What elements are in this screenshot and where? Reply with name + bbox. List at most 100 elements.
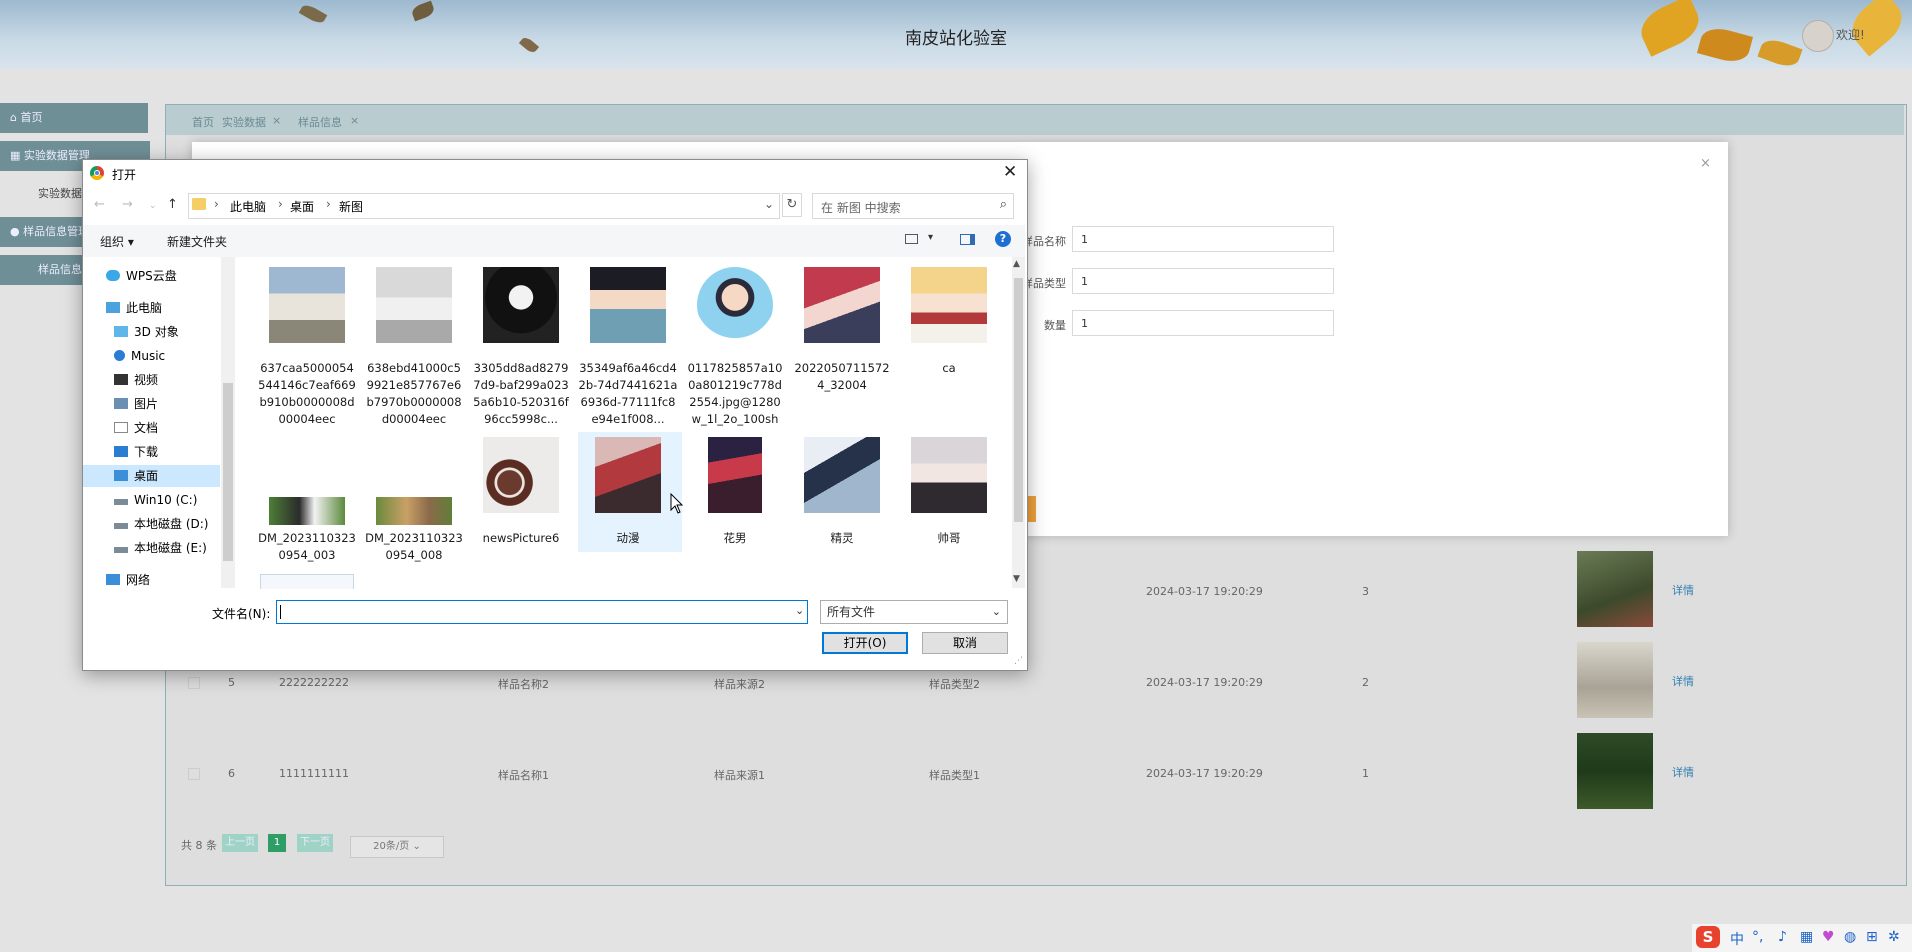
sogou-ime-icon[interactable]: S [1696, 926, 1720, 948]
cancel-button[interactable]: 取消 [922, 632, 1008, 654]
detail-link[interactable]: 详情 [1672, 673, 1694, 689]
drive-icon [114, 499, 128, 505]
table-cell-id: 5 [228, 676, 235, 689]
search-input[interactable]: 在 新图 中搜索 ⌕ [812, 193, 1014, 219]
row-checkbox[interactable] [188, 768, 200, 780]
tab-close-icon[interactable]: × [350, 114, 359, 127]
sample-type-input[interactable]: 1 [1072, 268, 1334, 294]
sample-thumbnail [1577, 642, 1653, 718]
pager-prev-button[interactable]: 上一页 [222, 834, 258, 852]
toolbox-icon[interactable]: ◍ [1844, 929, 1856, 945]
breadcrumb-current-folder[interactable]: 新图 [339, 198, 363, 215]
grid-menu-icon[interactable]: ⊞ [1866, 929, 1878, 945]
row-checkbox[interactable] [188, 677, 200, 689]
nav-item-label: Win10 (C:) [134, 493, 198, 507]
nav-item-pictures[interactable]: 图片 [114, 393, 158, 415]
dialog-close-icon[interactable]: ✕ [1003, 162, 1017, 182]
nav-item-downloads[interactable]: 下载 [114, 441, 158, 463]
nav-item-desktop[interactable]: 桌面 [114, 465, 158, 487]
leaf-decoration [298, 2, 328, 26]
address-bar[interactable] [188, 193, 780, 219]
file-type-filter[interactable]: 所有文件 ⌄ [820, 600, 1008, 624]
page-size-select[interactable]: 20条/页 ⌄ [350, 836, 444, 858]
table-cell-name: 样品名称1 [498, 769, 549, 782]
nav-item-network[interactable]: 网络 [106, 569, 150, 591]
table-cell-qty: 2 [1362, 676, 1369, 689]
file-thumbnail [911, 437, 987, 513]
nav-item-wps-cloud[interactable]: WPS云盘 [106, 265, 177, 287]
organize-button[interactable]: 组织 ▾ [100, 233, 134, 250]
open-button[interactable]: 打开(O) [822, 632, 908, 654]
nav-item-drive-e[interactable]: 本地磁盘 (E:) [114, 537, 207, 559]
recent-chevron-icon[interactable]: ⌄ [149, 201, 157, 211]
nav-item-label: 桌面 [134, 469, 159, 483]
file-list-scrollbar-thumb[interactable] [1014, 278, 1023, 522]
nav-item-videos[interactable]: 视频 [114, 369, 158, 391]
up-arrow-icon[interactable]: ↑ [167, 197, 178, 212]
table-cell-type: 样品类型1 [929, 769, 980, 782]
nav-item-label: 本地磁盘 (E:) [134, 541, 207, 555]
sidebar-item-home[interactable]: ⌂ 首页 [0, 103, 148, 133]
punctuation-icon[interactable]: °, [1752, 929, 1763, 945]
sample-name-input[interactable]: 1 [1072, 226, 1334, 252]
music-icon [114, 350, 125, 361]
file-thumbnail [804, 437, 880, 513]
new-folder-button[interactable]: 新建文件夹 [167, 233, 227, 250]
modal-close-icon[interactable]: × [1700, 156, 1711, 171]
nav-item-drive-d[interactable]: 本地磁盘 (D:) [114, 513, 208, 535]
refresh-icon[interactable]: ↻ [782, 193, 802, 217]
table-cell-code: 2222222222 [279, 676, 349, 689]
table-cell-qty: 3 [1362, 585, 1369, 598]
help-icon[interactable]: ? [995, 231, 1011, 247]
nav-item-label: Music [131, 349, 166, 363]
tab-experiment-data[interactable]: 实验数据 [222, 114, 266, 130]
nav-item-label: 文档 [134, 421, 159, 435]
file-thumbnail [708, 437, 762, 513]
nav-item-this-pc[interactable]: 此电脑 [106, 297, 162, 319]
cube-icon [114, 326, 128, 337]
nav-item-music[interactable]: Music [114, 345, 165, 367]
nav-item-label: 下载 [134, 445, 159, 459]
filename-input[interactable] [276, 600, 808, 624]
detail-link[interactable]: 详情 [1672, 764, 1694, 780]
nav-item-3d-objects[interactable]: 3D 对象 [114, 321, 179, 343]
ime-mode-indicator[interactable]: 中 [1730, 929, 1744, 949]
back-arrow-icon[interactable]: ← [94, 197, 105, 212]
forward-arrow-icon[interactable]: → [122, 197, 133, 212]
tab-sample-info[interactable]: 样品信息 [298, 114, 342, 130]
file-name: newsPicture6 [482, 531, 560, 545]
scroll-up-icon[interactable]: ▲ [1013, 259, 1020, 269]
microphone-icon[interactable]: ♪ [1778, 929, 1787, 945]
file-name: 20220507115724_32004 [794, 361, 890, 392]
view-mode-icon[interactable] [905, 234, 918, 244]
user-avatar[interactable] [1802, 20, 1834, 52]
skin-icon[interactable]: ♥ [1822, 929, 1835, 945]
table-cell-time: 2024-03-17 19:20:29 [1146, 676, 1263, 689]
address-dropdown-icon[interactable]: ⌄ [764, 197, 774, 211]
quantity-input[interactable]: 1 [1072, 310, 1334, 336]
resize-grip-icon[interactable]: ⋰ [1014, 656, 1023, 666]
tab-close-icon[interactable]: × [272, 114, 281, 127]
view-dropdown-icon[interactable]: ▾ [928, 232, 933, 243]
keyboard-icon[interactable]: ▦ [1800, 929, 1813, 945]
preview-pane-icon[interactable] [960, 234, 975, 245]
settings-icon[interactable]: ✲ [1888, 929, 1900, 945]
sidebar-item-label: 实验数据管理 [23, 149, 90, 162]
breadcrumb-desktop[interactable]: 桌面 [290, 198, 314, 215]
pager-next-button[interactable]: 下一页 [297, 834, 333, 852]
filename-dropdown-icon[interactable]: ⌄ [795, 604, 804, 617]
dialog-title: 打开 [112, 168, 137, 182]
table-cell-name: 样品名称2 [498, 678, 549, 691]
breadcrumb-separator-icon: › [214, 197, 219, 211]
detail-link[interactable]: 详情 [1672, 582, 1694, 598]
file-thumbnail [697, 267, 773, 343]
tab-home[interactable]: 首页 [192, 114, 214, 130]
nav-scrollbar-thumb[interactable] [223, 383, 233, 561]
pager-current-page[interactable]: 1 [268, 834, 286, 852]
nav-item-label: 此电脑 [126, 301, 163, 315]
breadcrumb-this-pc[interactable]: 此电脑 [230, 198, 266, 215]
file-name: 精灵 [830, 531, 854, 545]
scroll-down-icon[interactable]: ▼ [1013, 574, 1020, 584]
nav-item-documents[interactable]: 文档 [114, 417, 158, 439]
nav-item-drive-c[interactable]: Win10 (C:) [114, 489, 197, 511]
